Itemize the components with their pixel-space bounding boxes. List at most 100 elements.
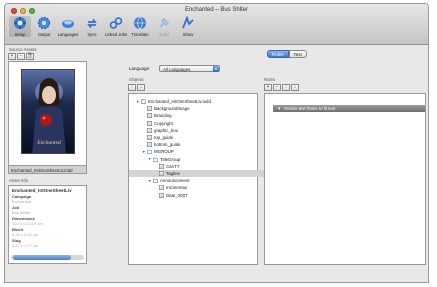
move-rule-up-button[interactable]: ↑ [282, 84, 290, 91]
rules-heading: Rules [264, 77, 275, 82]
info-value-job: Bus Shlter [12, 210, 31, 215]
language-select[interactable]: All Languages ⬍ [159, 65, 220, 72]
tree-item-label: TitleGroup [160, 156, 181, 162]
frame-icon [147, 135, 152, 140]
frame-icon [159, 185, 164, 191]
rules-panel: ▼ Resize text frame to fit text [264, 93, 426, 265]
asset-file-name[interactable]: Enchanted_IntOneSheetLiv.indd [9, 165, 86, 173]
remove-asset-button[interactable]: − [17, 53, 25, 60]
rule-item[interactable]: ▼ Resize text frame to fit text [273, 105, 425, 112]
toolbar-sync-button[interactable]: Sync [81, 16, 103, 37]
tree-item-label: CanTT [166, 163, 180, 169]
tree-item-label: bottom_guide [154, 142, 181, 148]
file-icon[interactable]: 🗎 [26, 53, 34, 60]
info-value-slug: 1.27 x 1.27 cm [12, 243, 39, 248]
add-asset-button[interactable]: + [8, 53, 16, 60]
language-label: Language: [129, 66, 151, 71]
source-assets-toolbar: + − 🗎 [8, 53, 35, 60]
tree-item-label: Copyright [154, 120, 173, 126]
tree-item[interactable]: CanTT [133, 163, 257, 170]
tree-item[interactable]: top_guide [133, 134, 257, 141]
tree-item-label: top_guide [154, 135, 174, 141]
frame-icon [147, 142, 152, 148]
remove-rule-button[interactable]: − [273, 84, 281, 91]
document-icon [141, 99, 146, 105]
move-rule-down-button[interactable]: ↓ [291, 84, 299, 91]
toolbar-output-button[interactable]: Output [33, 16, 55, 37]
objects-heading: Objects [129, 77, 144, 82]
tree-item[interactable]: Copyright [133, 120, 257, 127]
window-title: Enchanted – Bus Shlter [184, 7, 249, 13]
tree-item[interactable]: Date_2007 [133, 191, 257, 198]
tree-item-label: graphic_box [154, 127, 178, 133]
toolbar-setup-button[interactable]: Setup [9, 16, 31, 37]
objects-panel: ▼ Enchanted_IntOneSheetLiv.indd Background… [128, 93, 297, 265]
toolbar-linked-jobs-button[interactable]: Linked Jobs [105, 16, 127, 37]
info-value-dimensions: 102.4 x 63.19 cm [12, 221, 43, 226]
tree-item[interactable]: ▼ Enchanted_IntOneSheetLiv.indd [133, 98, 257, 105]
tree-item-label: Branding [154, 113, 172, 119]
select-arrows-icon: ⬍ [213, 66, 219, 72]
toolbar: Setup Output Languages Sync Linked Jobs … [9, 16, 199, 37]
build-icon [157, 16, 171, 30]
linked-jobs-icon [109, 16, 123, 30]
svg-text:Enchanted: Enchanted [36, 140, 61, 146]
source-asset-preview[interactable]: Enchanted Enchanted_IntOneSheetLiv.indd [8, 61, 87, 174]
tree-item-label: MGROUP [154, 149, 174, 155]
rule-item-label: Resize text frame to fit text [284, 106, 336, 111]
tree-item-label: Date_2007 [166, 192, 188, 198]
toolbar-build-label: Build [159, 32, 169, 37]
tab-text[interactable]: Text [288, 50, 307, 58]
asset-info-scroll-thumb[interactable] [13, 255, 71, 260]
objects-toolbar: ↑ ↓ [128, 84, 146, 91]
language-select-value: All Languages [163, 66, 191, 72]
toolbar-linked-jobs-label: Linked Jobs [104, 32, 128, 37]
tab-rules[interactable]: Rules [267, 50, 289, 58]
frame-icon [147, 120, 152, 126]
output-gear-icon [37, 16, 51, 30]
asset-info-scrollbar[interactable] [11, 255, 84, 260]
setup-icon [13, 16, 27, 30]
folder-icon [153, 178, 158, 184]
app-window: Enchanted – Bus Shlter Setup Output Lang… [4, 3, 429, 283]
move-object-up-button[interactable]: ↑ [128, 84, 136, 91]
move-object-down-button[interactable]: ↓ [137, 84, 145, 91]
languages-icon [61, 16, 75, 30]
toolbar-sync-label: Sync [87, 32, 97, 37]
frame-icon [159, 192, 164, 198]
poster-thumbnail[interactable]: Enchanted [21, 69, 75, 154]
toolbar-translate-label: Translate [131, 32, 149, 37]
translate-icon [133, 16, 147, 30]
tree-item[interactable]: ▼ Announcement [133, 177, 257, 184]
tree-item-label: Enchanted_IntOneSheetLiv.indd [148, 99, 211, 105]
asset-info-heading: Asset Info [9, 178, 29, 183]
asset-info-title: Enchanted_IntOneSheetLiv [12, 188, 72, 193]
tree-item[interactable]: ▼ TitleGroup [133, 156, 257, 163]
folder-icon [153, 157, 158, 162]
tree-item[interactable]: ▼ MGROUP [133, 148, 257, 155]
toolbar-show-button[interactable]: Show [177, 16, 199, 37]
toolbar-output-label: Output [37, 32, 51, 37]
toolbar-build-button[interactable]: Build [153, 16, 175, 37]
sync-icon [85, 16, 99, 30]
tree-item-label: Announcement [160, 178, 190, 184]
tree-item[interactable]: BackgroundImage [133, 105, 257, 112]
tree-item[interactable]: Branding [133, 112, 257, 119]
tree-item-label: Tagline [166, 170, 180, 176]
tree-item[interactable]: bottom_guide [133, 141, 257, 148]
add-rule-button[interactable]: + [264, 84, 272, 91]
toolbar-languages-button[interactable]: Languages [57, 16, 79, 37]
tree-item[interactable]: InCinemas [133, 184, 257, 191]
tree-item[interactable]: Tagline [129, 169, 297, 178]
tree-item[interactable]: graphic_box [133, 127, 257, 134]
show-icon [181, 16, 195, 30]
rules-text-tabs: Rules Text [267, 8, 307, 58]
rules-toolbar: + − ↑ ↓ [264, 84, 300, 91]
toolbar-translate-button[interactable]: Translate [129, 16, 151, 37]
frame-icon [147, 113, 152, 119]
frame-icon [147, 106, 152, 112]
folder-icon [147, 149, 152, 155]
tree-item-label: InCinemas [166, 185, 187, 191]
disclosure-triangle-icon[interactable]: ▼ [277, 106, 281, 111]
frame-icon [159, 171, 164, 176]
